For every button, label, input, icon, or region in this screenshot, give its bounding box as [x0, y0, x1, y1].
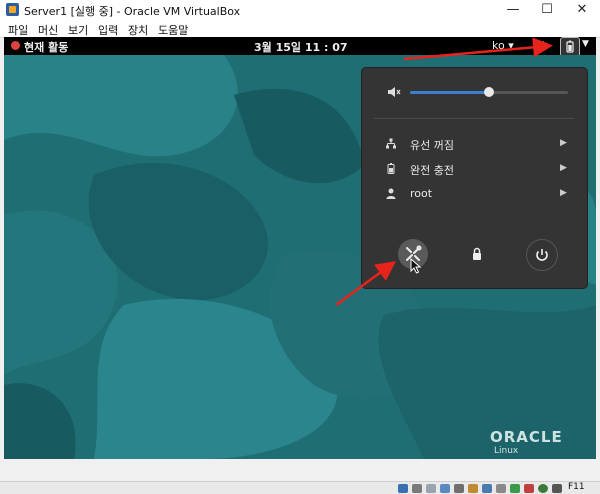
battery-icon	[566, 40, 574, 53]
maximize-button[interactable]: ☐	[530, 0, 564, 20]
menu-item-label: 유선 꺼짐	[410, 139, 454, 152]
recording-icon[interactable]	[496, 484, 506, 493]
system-menu-button[interactable]	[560, 37, 580, 57]
language-indicator[interactable]: ko ▾	[492, 39, 514, 52]
usb-icon[interactable]	[454, 484, 464, 493]
menu-item-label: root	[410, 187, 433, 200]
oracle-linux-logo: ORACLE Linux	[490, 428, 563, 456]
menu-file[interactable]: 파일	[8, 22, 28, 38]
close-button[interactable]: ✕	[565, 0, 599, 20]
menu-separator	[374, 118, 574, 119]
volume-slider-fill	[410, 91, 489, 94]
volume-icon[interactable]	[536, 40, 550, 52]
lock-button[interactable]	[462, 239, 492, 269]
optical-drive-icon[interactable]	[412, 484, 422, 493]
minimize-button[interactable]: —	[496, 0, 530, 20]
brand-name: ORACLE	[490, 428, 563, 446]
virtualbox-status-bar: F11	[0, 481, 600, 494]
hdd-icon[interactable]	[398, 484, 408, 493]
power-icon	[536, 249, 548, 261]
speaker-muted-icon[interactable]	[387, 86, 401, 98]
globe-icon[interactable]	[538, 484, 548, 493]
cpu-icon[interactable]	[510, 484, 520, 493]
power-button[interactable]	[526, 239, 558, 271]
menu-machine[interactable]: 머신	[38, 22, 58, 38]
network-icon	[386, 138, 396, 149]
shared-folders-icon[interactable]	[468, 484, 478, 493]
user-icon	[386, 188, 396, 199]
display-icon[interactable]	[482, 484, 492, 493]
virtualbox-app-icon	[6, 3, 19, 16]
chevron-right-icon: ▶	[560, 188, 567, 198]
menu-item-user[interactable]: root ▶	[362, 183, 587, 205]
system-status-menu: 유선 꺼짐 ▶ 완전 충전 ▶ root ▶	[361, 67, 588, 289]
menu-item-wired[interactable]: 유선 꺼짐 ▶	[362, 133, 587, 155]
audio-icon[interactable]	[426, 484, 436, 493]
clock[interactable]: 3월 15일 11 : 07	[254, 39, 348, 55]
window-title: Server1 [실행 중] - Oracle VM VirtualBox	[24, 5, 241, 18]
volume-slider-knob[interactable]	[484, 87, 494, 97]
chevron-down-icon[interactable]: ▼	[582, 39, 589, 49]
menu-help[interactable]: 도움말	[158, 22, 188, 38]
gnome-top-bar: 현재 활동 3월 15일 11 : 07 ko ▾ ▼	[4, 37, 596, 57]
menu-devices[interactable]: 장치	[128, 22, 148, 38]
menu-item-battery[interactable]: 완전 충전 ▶	[362, 158, 587, 180]
host-key-label: F11	[568, 482, 585, 492]
keyboard-icon[interactable]	[552, 484, 562, 493]
chevron-right-icon: ▶	[560, 138, 567, 148]
network-icon[interactable]	[440, 484, 450, 493]
lock-icon	[473, 247, 481, 260]
menu-item-label: 완전 충전	[410, 164, 454, 177]
menu-view[interactable]: 보기	[68, 22, 88, 38]
product-name: Linux	[494, 446, 519, 456]
activities-icon	[11, 41, 20, 50]
battery-icon	[387, 163, 395, 174]
menu-input[interactable]: 입력	[98, 22, 118, 38]
capture-icon[interactable]	[524, 484, 534, 493]
settings-tools-icon	[406, 245, 422, 261]
menu-bar: 파일 머신 보기 입력 장치 도움말	[0, 20, 600, 38]
activities-button[interactable]: 현재 활동	[24, 39, 68, 55]
settings-button[interactable]	[398, 239, 428, 269]
chevron-right-icon: ▶	[560, 163, 567, 173]
volume-slider[interactable]	[410, 87, 568, 97]
window-titlebar: Server1 [실행 중] - Oracle VM VirtualBox — …	[0, 0, 600, 20]
